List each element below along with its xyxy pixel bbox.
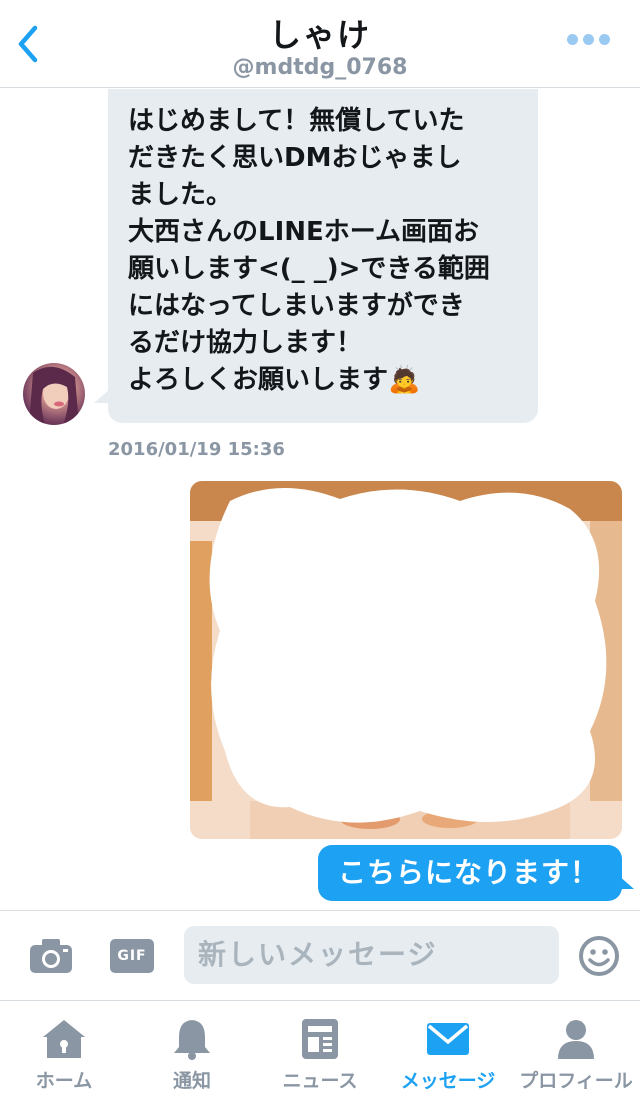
conversation-header: しゃけ @mdtdg_0768	[0, 0, 640, 88]
shared-photo[interactable]	[190, 481, 622, 839]
bubble-tail	[94, 389, 110, 403]
tab-news[interactable]: ニュース	[256, 1001, 384, 1097]
tab-notifications[interactable]: 通知	[128, 1001, 256, 1097]
tab-label: ニュース	[282, 1070, 358, 1092]
message-thread[interactable]: はじめまして！無償していた だきたく思いDMおじゃまし ました。 大西さんのLI…	[0, 89, 640, 909]
gif-button[interactable]: GIF	[110, 939, 154, 973]
message-line: 大西さんのLINEホーム画面お	[128, 217, 479, 247]
tab-profile[interactable]: プロフィール	[512, 1001, 640, 1097]
envelope-icon	[427, 1023, 469, 1055]
message-line: だきたく思いDMおじゃまし	[128, 143, 462, 173]
profile-icon	[558, 1020, 594, 1059]
message-line: よろしくお願いします🙇	[128, 365, 421, 395]
message-line: はじめまして！無償していた	[128, 106, 465, 136]
tab-messages[interactable]: メッセージ	[384, 1001, 512, 1097]
tab-bar: ホーム 通知 ニュース メッセージ プロフィール	[0, 1000, 640, 1097]
smiley-icon	[579, 936, 619, 976]
more-dots-icon	[567, 34, 578, 45]
news-icon	[302, 1019, 338, 1059]
tab-label: ホーム	[35, 1070, 93, 1092]
outgoing-message-bubble[interactable]: こちらになります！	[318, 845, 622, 901]
bell-icon	[174, 1020, 210, 1060]
bubble-tail	[618, 875, 634, 889]
message-timestamp: 2016/01/19 15:36	[108, 439, 285, 460]
photo-image	[190, 481, 622, 839]
incoming-message-bubble[interactable]: はじめまして！無償していた だきたく思いDMおじゃまし ました。 大西さんのLI…	[108, 89, 538, 423]
message-composer: GIF 新しいメッセージ	[0, 910, 640, 1000]
message-line: るだけ協力します！	[128, 328, 363, 358]
tab-label: プロフィール	[519, 1070, 633, 1092]
avatar[interactable]	[23, 363, 85, 425]
tab-label: メッセージ	[400, 1070, 496, 1092]
tab-home[interactable]: ホーム	[0, 1001, 128, 1097]
message-line: ました。	[128, 180, 233, 210]
more-options-button[interactable]	[567, 34, 610, 45]
avatar-image	[29, 366, 79, 425]
camera-icon	[30, 939, 72, 973]
message-input[interactable]: 新しいメッセージ	[184, 926, 559, 984]
emoji-button[interactable]	[578, 935, 620, 977]
message-line: にはなってしまいますができ	[128, 291, 465, 321]
home-icon	[43, 1020, 85, 1058]
conversation-title: しゃけ	[268, 16, 371, 54]
camera-button[interactable]	[28, 937, 74, 975]
user-handle: @mdtdg_0768	[232, 55, 408, 80]
tab-label: 通知	[172, 1070, 211, 1092]
message-line: 願いします<(_ _)>できる範囲	[128, 254, 490, 284]
